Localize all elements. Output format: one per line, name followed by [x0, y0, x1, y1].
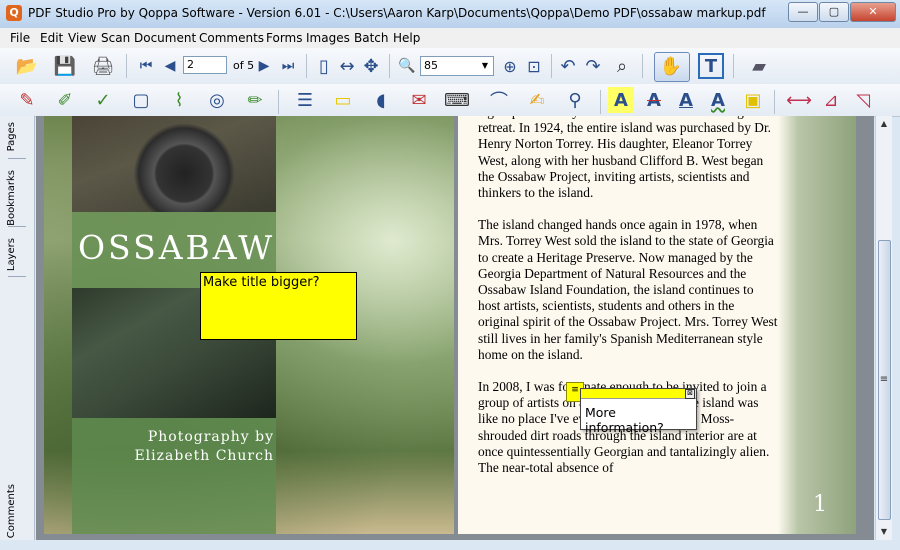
- zoom-in-icon[interactable]: ⊕: [497, 53, 523, 79]
- menu-scan[interactable]: Scan: [101, 31, 130, 45]
- pdf-page-left: OSSABAW Photography by Elizabeth Church …: [44, 116, 454, 534]
- minimize-button[interactable]: —: [788, 2, 818, 22]
- document-view[interactable]: OSSABAW Photography by Elizabeth Church …: [36, 116, 874, 540]
- highlight-text-icon[interactable]: A: [608, 87, 634, 113]
- zoom-tool-icon[interactable]: 🔍: [394, 53, 420, 79]
- measure-area-icon[interactable]: ◹: [850, 87, 876, 113]
- signature-icon[interactable]: ✍: [524, 87, 550, 113]
- tab-pages[interactable]: Pages: [6, 122, 17, 151]
- menu-images[interactable]: Images: [306, 31, 350, 45]
- chevron-down-icon[interactable]: ▼: [478, 58, 492, 74]
- last-page-icon[interactable]: ⏭: [275, 53, 301, 79]
- app-icon: Q: [6, 5, 22, 21]
- freehand-icon[interactable]: ✐: [52, 87, 78, 113]
- title-bar: Q PDF Studio Pro by Qoppa Software - Ver…: [0, 0, 900, 29]
- text-box-icon[interactable]: ☰: [292, 87, 318, 113]
- page-number-input[interactable]: 2: [183, 56, 227, 74]
- next-page-icon[interactable]: ▶: [251, 53, 277, 79]
- app-window: Q PDF Studio Pro by Qoppa Software - Ver…: [0, 0, 900, 550]
- sticky-note-icon[interactable]: ▭: [330, 87, 356, 113]
- zoom-marquee-icon[interactable]: ⊡: [521, 53, 547, 79]
- paragraph: a group of wealthy Detroiters for use as…: [478, 116, 772, 201]
- maximize-button[interactable]: ▢: [819, 2, 849, 22]
- rotate-cw-icon[interactable]: ↷: [580, 53, 606, 79]
- measure-polygon-icon[interactable]: ⊿: [818, 87, 844, 113]
- menu-forms[interactable]: Forms: [266, 31, 302, 45]
- pencil-circle-icon[interactable]: ✎: [14, 87, 40, 113]
- pdf-page-right: a group of wealthy Detroiters for use as…: [458, 116, 856, 534]
- page-title: OSSABAW: [78, 228, 276, 267]
- tab-bookmarks[interactable]: Bookmarks: [6, 170, 17, 226]
- menu-file[interactable]: File: [10, 31, 30, 45]
- squiggle-icon[interactable]: ⌇: [166, 87, 192, 113]
- area-highlight-icon[interactable]: ▣: [740, 87, 766, 113]
- stamp-icon[interactable]: ✉: [406, 87, 432, 113]
- popup-titlebar[interactable]: ⊠: [581, 389, 696, 399]
- close-icon[interactable]: ⊠: [685, 389, 695, 399]
- typewriter-icon[interactable]: ⌨: [444, 87, 470, 113]
- side-panel: Pages Bookmarks Layers Comments: [0, 116, 35, 550]
- scroll-down-icon[interactable]: ▼: [876, 524, 892, 540]
- main-toolbar: 📂 💾 🖨 ⏮ ◀ 2 of 5 ▶ ⏭ ▯ ↔ ✥ 🔍 85 ▼ ⊕ ⊡ ↶ …: [0, 48, 900, 85]
- tab-layers[interactable]: Layers: [6, 238, 17, 271]
- hand-icon: ✋: [659, 55, 683, 77]
- paragraph: The island changed hands once again in 1…: [478, 217, 778, 362]
- pencil-icon[interactable]: ✏: [242, 87, 268, 113]
- popup-text[interactable]: More information?: [581, 399, 696, 441]
- ellipse-icon[interactable]: ◎: [204, 87, 230, 113]
- underline-text-icon[interactable]: A: [673, 87, 699, 113]
- fit-all-icon[interactable]: ✥: [358, 53, 384, 79]
- window-title: PDF Studio Pro by Qoppa Software - Versi…: [28, 6, 766, 20]
- sound-icon[interactable]: ◖: [368, 87, 394, 113]
- close-button[interactable]: ✕: [850, 2, 896, 22]
- print-icon[interactable]: 🖨: [90, 53, 116, 79]
- note-popup[interactable]: ⊠ More information?: [580, 388, 697, 435]
- menu-document[interactable]: Document: [134, 31, 196, 45]
- text-select-icon[interactable]: T: [698, 53, 724, 79]
- save-icon[interactable]: 💾: [52, 53, 78, 79]
- menu-view[interactable]: View: [68, 31, 96, 45]
- annotation-toolbar: ✎ ✐ ✓ ▢ ⌇ ◎ ✏ ☰ ▭ ◖ ✉ ⌨ ⌒ ✍ ⚲ A A A A ▣ …: [0, 84, 900, 117]
- scroll-up-icon[interactable]: ▲: [876, 116, 892, 132]
- menu-edit[interactable]: Edit: [40, 31, 63, 45]
- sticky-note-annotation[interactable]: Make title bigger?: [200, 272, 357, 340]
- menu-help[interactable]: Help: [393, 31, 420, 45]
- checkmark-icon[interactable]: ✓: [90, 87, 116, 113]
- menu-comments[interactable]: Comments: [199, 31, 264, 45]
- vertical-scrollbar[interactable]: ▲ ▼ ≡: [875, 116, 892, 540]
- attach-icon[interactable]: ⌒: [486, 87, 512, 113]
- squiggly-text-icon[interactable]: A: [705, 87, 731, 113]
- scanner-icon[interactable]: ▰: [746, 53, 772, 79]
- scroll-grip-icon: ≡: [879, 374, 889, 385]
- strikeout-text-icon[interactable]: A: [641, 87, 667, 113]
- rectangle-icon[interactable]: ▢: [128, 87, 154, 113]
- open-icon[interactable]: 📂: [14, 53, 40, 79]
- zoom-combobox[interactable]: 85 ▼: [420, 56, 494, 76]
- find-icon[interactable]: ⌕: [609, 53, 635, 79]
- zoom-value: 85: [424, 59, 438, 72]
- photo-tire: [72, 116, 276, 212]
- window-controls: — ▢ ✕: [787, 2, 896, 22]
- measure-line-icon[interactable]: ⟷: [786, 87, 812, 113]
- photo-credit: Photography by Elizabeth Church: [134, 429, 274, 464]
- status-bar: [0, 540, 900, 550]
- paperclip-icon[interactable]: ⚲: [562, 87, 588, 113]
- hand-tool-button[interactable]: ✋: [654, 52, 690, 82]
- fit-width-icon[interactable]: ↔: [334, 53, 360, 79]
- menu-batch[interactable]: Batch: [354, 31, 389, 45]
- prev-page-icon[interactable]: ◀: [157, 53, 183, 79]
- page-number: 1: [813, 492, 827, 517]
- first-page-icon[interactable]: ⏮: [133, 53, 159, 79]
- tab-comments[interactable]: Comments: [6, 484, 17, 538]
- menu-bar: File Edit View Scan Document Comments Fo…: [0, 28, 900, 49]
- rotate-ccw-icon[interactable]: ↶: [555, 53, 581, 79]
